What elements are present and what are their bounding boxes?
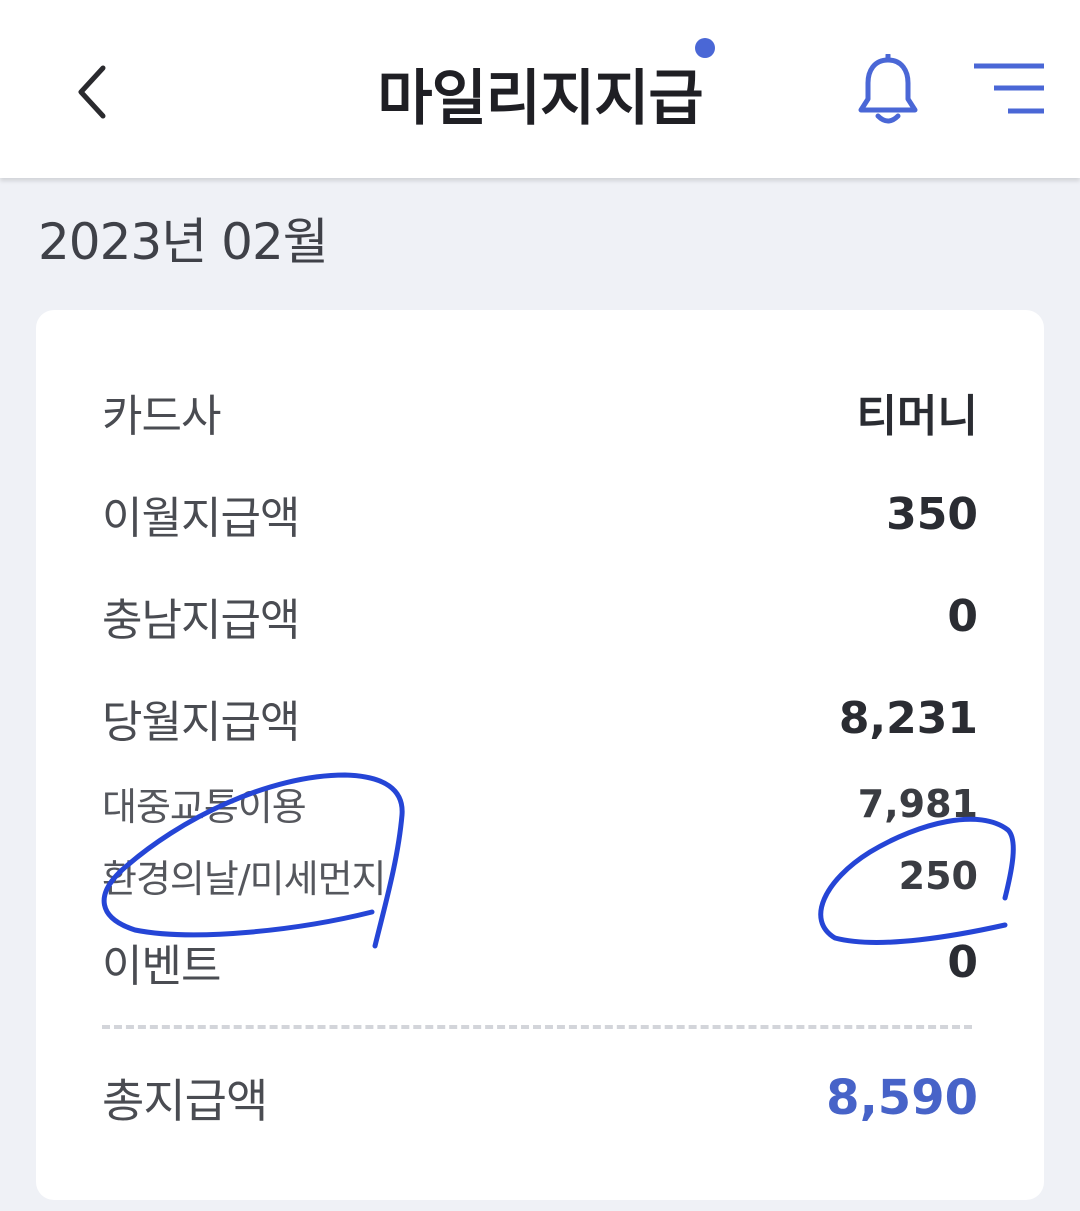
row-value: 0: [947, 936, 978, 988]
row-value: 0: [947, 590, 978, 642]
row-value: 350: [886, 488, 978, 540]
row-public-transport: 대중교통이용 7,981: [102, 776, 978, 831]
row-total: 총지급액 8,590: [102, 1065, 978, 1131]
row-value: 7,981: [857, 781, 978, 826]
month-label: 2023년 02월: [38, 213, 329, 271]
row-environment-day: 환경의날/미세먼지 250: [102, 848, 978, 903]
row-carryover: 이월지급액 350: [102, 482, 978, 546]
row-label: 대중교통이용: [102, 785, 307, 829]
bell-icon: [858, 54, 918, 124]
menu-button[interactable]: [966, 56, 1052, 126]
row-label: 이벤트: [102, 941, 221, 992]
row-chungnam: 충남지급액 0: [102, 584, 978, 648]
row-value: 250: [898, 853, 978, 898]
row-label: 환경의날/미세먼지: [102, 857, 386, 901]
row-value: 티머니: [856, 391, 978, 442]
total-label: 총지급액: [102, 1074, 268, 1128]
notification-dot: [695, 38, 715, 58]
total-value: 8,590: [826, 1070, 978, 1126]
row-label: 당월지급액: [102, 697, 300, 748]
menu-icon: [974, 63, 1044, 114]
row-label: 이월지급액: [102, 493, 300, 544]
row-value: 8,231: [838, 692, 978, 744]
row-label: 충남지급액: [102, 595, 300, 646]
row-current-month: 당월지급액 8,231: [102, 686, 978, 750]
app-header: 마일리지지급: [0, 0, 1080, 178]
mileage-summary-card: 카드사 티머니 이월지급액 350 충남지급액 0 당월지급액 8,231 대중…: [36, 310, 1044, 1200]
dashed-divider: [102, 1025, 972, 1029]
row-event: 이벤트 0: [102, 930, 978, 994]
notification-button[interactable]: [852, 52, 924, 132]
row-card-company: 카드사 티머니: [102, 380, 978, 444]
row-label: 카드사: [102, 391, 221, 442]
